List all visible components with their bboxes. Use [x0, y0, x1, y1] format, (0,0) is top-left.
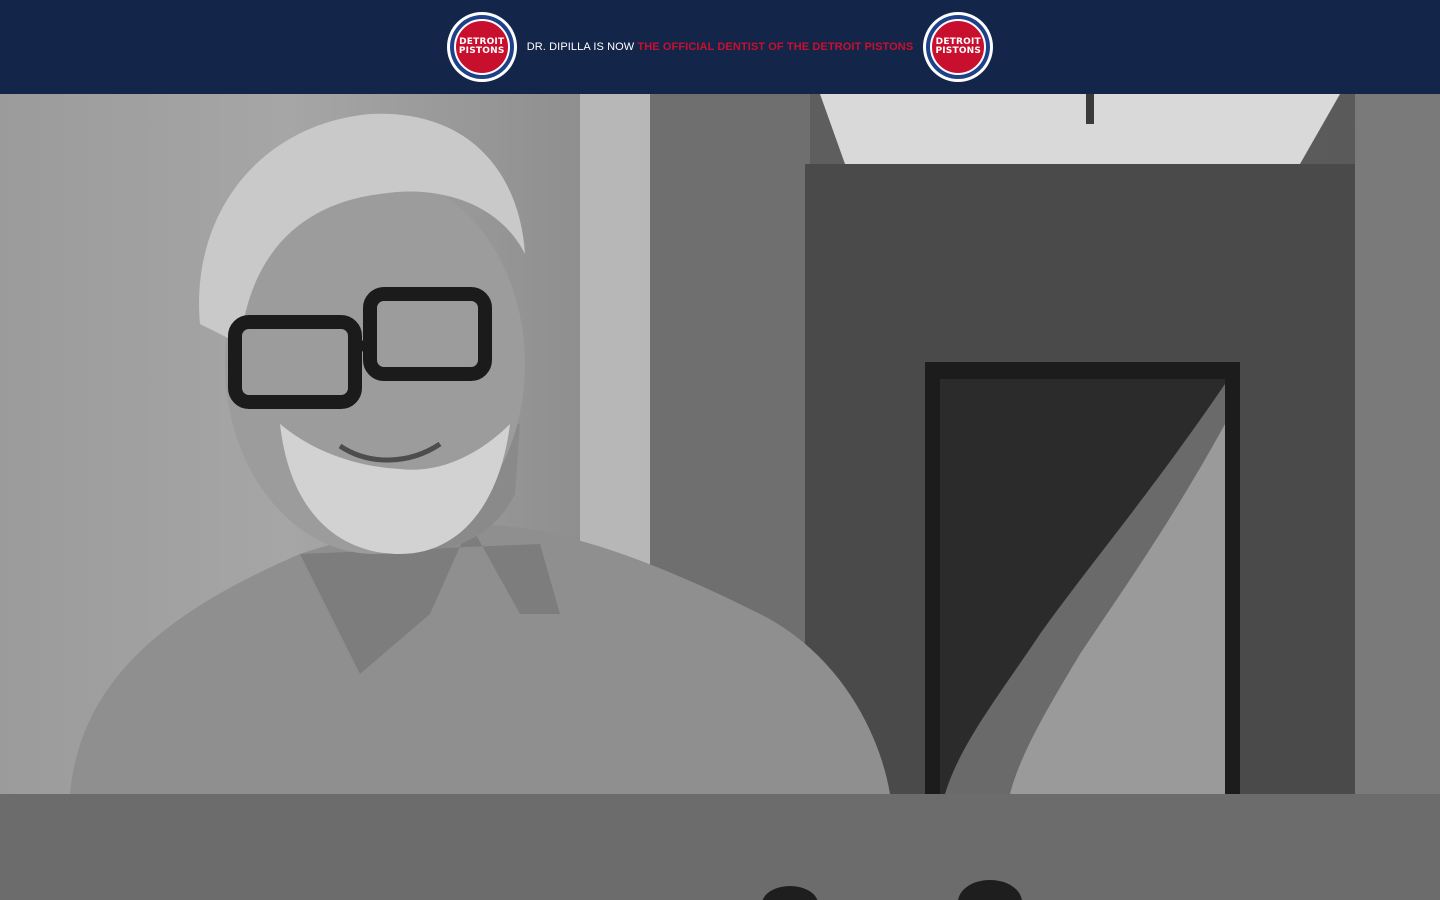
right-wall — [1355, 94, 1440, 794]
banner-text: DR. DIPILLA IS NOW THE OFFICIAL DENTIST … — [527, 41, 914, 53]
head-top-right — [958, 880, 1022, 900]
head-top-left — [762, 886, 818, 900]
ceiling-light — [820, 94, 1340, 164]
lower-illustration — [762, 880, 1022, 900]
banner-content: DETROIT PISTONS DR. DIPILLA IS NOW THE O… — [446, 12, 994, 82]
banner-prefix: DR. DIPILLA IS NOW — [526, 41, 635, 53]
logo-text-line2: PISTONS — [458, 46, 505, 56]
announcement-banner[interactable]: DETROIT PISTONS DR. DIPILLA IS NOW THE O… — [0, 0, 1440, 94]
glasses-bridge — [353, 337, 374, 354]
pistons-logo-right: DETROIT PISTONS — [923, 12, 994, 82]
pistons-logo-left: DETROIT PISTONS — [446, 12, 517, 82]
logo-text-line2: PISTONS — [935, 46, 982, 56]
hero-photo — [0, 94, 1440, 794]
banner-highlight[interactable]: THE OFFICIAL DENTIST OF THE DETROIT PIST… — [637, 41, 913, 53]
hero-illustration — [70, 94, 1440, 794]
lower-section-photo — [0, 794, 1440, 900]
ceiling-fixture — [1086, 94, 1094, 124]
